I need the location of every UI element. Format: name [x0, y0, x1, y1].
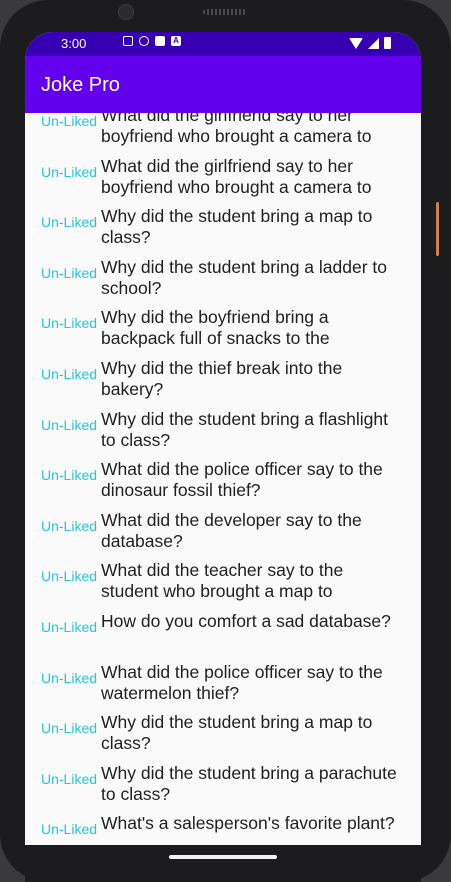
- joke-row[interactable]: Un-Liked What did the girlfriend say to h…: [25, 113, 421, 150]
- home-gesture-handle[interactable]: [169, 855, 277, 859]
- front-camera: [118, 4, 134, 20]
- joke-row[interactable]: Un-Liked Why did the student bring a map …: [25, 706, 421, 757]
- wifi-icon: [349, 38, 363, 49]
- earpiece-speaker: [203, 9, 247, 15]
- joke-text: What did the girlfriend say to her boyfr…: [101, 155, 372, 197]
- screenshot-icon: [123, 36, 133, 46]
- screen: 3:00 A Joke Pro Un-Liked What did the gir…: [25, 32, 421, 845]
- sd-card-icon: [155, 36, 165, 46]
- like-toggle[interactable]: Un-Liked: [25, 214, 101, 230]
- like-toggle[interactable]: Un-Liked: [25, 568, 101, 584]
- joke-text: What did the teacher say to the student …: [101, 560, 344, 602]
- like-toggle[interactable]: Un-Liked: [25, 417, 101, 433]
- like-toggle[interactable]: Un-Liked: [25, 518, 101, 534]
- shield-icon: [139, 36, 149, 46]
- notification-icons: A: [95, 36, 181, 46]
- like-toggle[interactable]: Un-Liked: [25, 315, 101, 331]
- joke-row[interactable]: Un-Liked Why did the student bring a flas…: [25, 403, 421, 454]
- joke-text: What's a salesperson's favorite plant?: [101, 813, 395, 834]
- joke-text: What did the police officer say to the w…: [101, 661, 383, 703]
- like-toggle[interactable]: Un-Liked: [25, 771, 101, 787]
- like-toggle[interactable]: Un-Liked: [25, 619, 101, 635]
- status-time: 3:00: [61, 36, 87, 51]
- joke-text: How do you comfort a sad database?: [101, 610, 391, 631]
- like-toggle[interactable]: Un-Liked: [25, 821, 101, 837]
- like-toggle[interactable]: Un-Liked: [25, 265, 101, 281]
- joke-row[interactable]: Un-Liked What's a salesperson's favorite …: [25, 807, 421, 845]
- joke-text: Why did the boyfriend bring a backpack f…: [101, 307, 330, 349]
- joke-text: What did the police officer say to the d…: [101, 459, 383, 501]
- like-toggle[interactable]: Un-Liked: [25, 670, 101, 686]
- joke-row[interactable]: Un-Liked Why did the student bring a map …: [25, 200, 421, 251]
- joke-row[interactable]: Un-Liked What did the teacher say to the …: [25, 554, 421, 605]
- joke-text: Why did the student bring a flashlight t…: [101, 408, 388, 450]
- navigation-bar: [25, 845, 421, 882]
- like-toggle[interactable]: Un-Liked: [25, 720, 101, 736]
- joke-row[interactable]: Un-Liked Why did the student bring a ladd…: [25, 251, 421, 302]
- cell-signal-icon: [368, 38, 379, 49]
- joke-row[interactable]: Un-Liked What did the developer say to th…: [25, 504, 421, 555]
- font-app-icon: A: [171, 36, 181, 46]
- like-toggle[interactable]: Un-Liked: [25, 366, 101, 382]
- like-toggle[interactable]: Un-Liked: [25, 164, 101, 180]
- system-icons: [349, 37, 391, 49]
- app-bar: Joke Pro: [25, 56, 421, 113]
- like-toggle[interactable]: Un-Liked: [25, 467, 101, 483]
- joke-text: What did the developer say to the databa…: [101, 509, 362, 551]
- app-title: Joke Pro: [41, 74, 120, 96]
- like-toggle[interactable]: Un-Liked: [25, 113, 101, 129]
- joke-text: Why did the student bring a map to class…: [101, 206, 373, 248]
- joke-row[interactable]: Un-Liked Why did the student bring a para…: [25, 757, 421, 808]
- status-bar: 3:00 A: [25, 32, 421, 56]
- joke-row[interactable]: Un-Liked What did the police officer say …: [25, 656, 421, 707]
- joke-row[interactable]: Un-Liked Why did the thief break into the…: [25, 352, 421, 403]
- battery-icon: [384, 37, 391, 49]
- joke-row[interactable]: Un-Liked Why did the boyfriend bring a ba…: [25, 301, 421, 352]
- joke-list-content: Un-Liked What did the girlfriend say to h…: [25, 113, 421, 845]
- phone-frame: 3:00 A Joke Pro Un-Liked What did the gir…: [0, 0, 451, 882]
- joke-text: Why did the student bring a ladder to sc…: [101, 256, 388, 298]
- joke-row[interactable]: Un-Liked How do you comfort a sad databas…: [25, 605, 421, 656]
- power-button[interactable]: [436, 202, 439, 256]
- joke-text: Why did the thief break into the bakery?: [101, 357, 343, 399]
- joke-row[interactable]: Un-Liked What did the girlfriend say to h…: [25, 150, 421, 201]
- joke-text: Why did the student bring a parachute to…: [101, 762, 397, 804]
- joke-text: Why did the student bring a map to class…: [101, 712, 373, 754]
- joke-list[interactable]: Un-Liked What did the girlfriend say to h…: [25, 113, 421, 845]
- joke-text: What did the girlfriend say to her boyfr…: [101, 113, 372, 146]
- joke-row[interactable]: Un-Liked What did the police officer say …: [25, 453, 421, 504]
